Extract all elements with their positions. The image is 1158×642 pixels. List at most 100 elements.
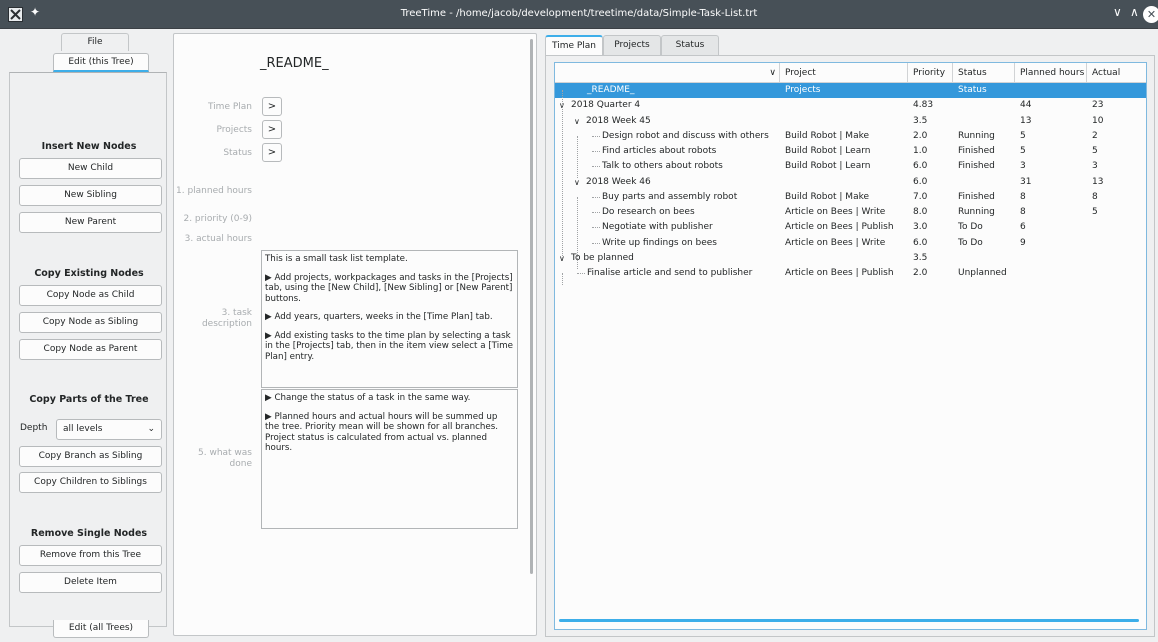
row-project: Build Robot | Make xyxy=(785,130,870,141)
row-project: Projects xyxy=(785,85,821,95)
what-was-done-label: 5. what was done xyxy=(198,448,252,469)
row-name: 2018 Week 46 xyxy=(586,176,651,187)
tree-row[interactable]: Negotiate with publisher Article on Bees … xyxy=(555,220,1146,235)
tab-projects[interactable]: Projects xyxy=(603,35,661,55)
insert-section-title: Insert New Nodes xyxy=(41,141,137,152)
tab-status[interactable]: Status xyxy=(661,35,719,55)
tree-row[interactable]: ∨ 2018 Week 46 6.0 31 13 xyxy=(555,175,1146,190)
row-status: Status xyxy=(958,85,987,95)
column-header-status[interactable]: Status xyxy=(953,63,1015,83)
row-name: To be planned xyxy=(571,252,634,263)
row-name: Finalise article and send to publisher xyxy=(587,268,753,278)
row-status: Finished xyxy=(958,161,995,172)
tree-row[interactable]: ∨ 2018 Week 45 3.5 13 10 xyxy=(555,114,1146,129)
tree-row[interactable]: ∨ To be planned 3.5 xyxy=(555,251,1146,266)
row-name: Design robot and discuss with others xyxy=(602,130,769,141)
row-name: 2018 Quarter 4 xyxy=(571,100,641,111)
row-name: Write up findings on bees xyxy=(602,237,718,248)
close-button[interactable]: ✕ xyxy=(1143,6,1158,23)
column-header-actual-hours[interactable]: Actual hours xyxy=(1087,63,1146,98)
tree-view-container: ∨ Project Priority Status Planned hours … xyxy=(545,55,1155,637)
planned-hours-label: 1. planned hours xyxy=(176,186,252,196)
tree-guide-line xyxy=(592,227,600,229)
tree-row[interactable]: Design robot and discuss with others Buil… xyxy=(555,129,1146,144)
row-name: _README_ xyxy=(587,85,635,95)
tree-row[interactable]: Do research on bees Article on Bees | Wri… xyxy=(555,205,1146,220)
copy-section-title: Copy Existing Nodes xyxy=(34,268,144,279)
title-bar: ✦ TreeTime - /home/jacob/development/tre… xyxy=(0,0,1158,29)
expand-toggle-icon[interactable]: ∨ xyxy=(574,114,580,129)
row-project: Article on Bees | Write xyxy=(785,237,886,248)
maximize-button[interactable]: ∧ xyxy=(1130,5,1139,19)
tree-row[interactable]: _README_ Projects Status xyxy=(555,83,1146,98)
what-was-done-field[interactable]: ▶ Change the status of a task in the sam… xyxy=(261,389,518,529)
row-priority: 8.0 xyxy=(913,207,928,217)
tab-time-plan[interactable]: Time Plan xyxy=(545,35,603,55)
tree-guide-line xyxy=(577,136,578,178)
delete-item-button[interactable]: Delete Item xyxy=(19,572,162,593)
column-header-project[interactable]: Project xyxy=(780,63,908,83)
depth-label: Depth xyxy=(20,423,48,433)
remove-from-tree-button[interactable]: Remove from this Tree xyxy=(19,545,162,566)
column-header-name[interactable]: ∨ xyxy=(555,63,780,83)
new-child-button[interactable]: New Child xyxy=(19,158,162,179)
tree-view[interactable]: ∨ Project Priority Status Planned hours … xyxy=(554,62,1147,630)
tree-row[interactable]: ∨ 2018 Quarter 4 4.83 44 23 xyxy=(555,98,1146,113)
row-priority: 3.0 xyxy=(913,222,928,233)
new-parent-button[interactable]: New Parent xyxy=(19,212,162,233)
new-sibling-button[interactable]: New Sibling xyxy=(19,185,162,206)
parts-section-title: Copy Parts of the Tree xyxy=(29,394,149,405)
task-description-field[interactable]: This is a small task list template. ▶ Ad… xyxy=(261,250,518,388)
tree-row[interactable]: Buy parts and assembly robot Build Robot … xyxy=(555,190,1146,205)
done-line: ▶ Planned hours and actual hours will be… xyxy=(265,411,498,454)
tab-edit-all-trees[interactable]: Edit (all Trees) xyxy=(53,620,149,638)
tree-row[interactable]: Find articles about robots Build Robot | … xyxy=(555,144,1146,159)
row-project: Build Robot | Learn xyxy=(785,146,871,156)
tree-row[interactable]: Write up findings on bees Article on Bees… xyxy=(555,236,1146,251)
tab-edit-this-tree[interactable]: Edit (this Tree) xyxy=(53,53,149,72)
row-status: To Do xyxy=(958,237,983,248)
tree-row[interactable]: Finalise article and send to publisher Ar… xyxy=(555,266,1146,281)
row-priority: 6.0 xyxy=(913,161,928,172)
row-planned: 8 xyxy=(1020,191,1026,202)
copy-as-sibling-button[interactable]: Copy Node as Sibling xyxy=(19,312,162,333)
tab-file[interactable]: File xyxy=(61,33,129,51)
tree-row[interactable]: Talk to others about robots Build Robot |… xyxy=(555,159,1146,174)
copy-as-parent-button[interactable]: Copy Node as Parent xyxy=(19,339,162,360)
tree-guide-line xyxy=(562,273,563,285)
desc-line: ▶ Add existing tasks to the time plan by… xyxy=(265,330,513,362)
desc-line: ▶ Add years, quarters, weeks in the [Tim… xyxy=(265,312,493,322)
row-actual: 13 xyxy=(1092,176,1104,187)
edit-panel: File Edit (this Tree) Insert New Nodes N… xyxy=(9,31,167,638)
row-priority: 4.83 xyxy=(913,100,934,111)
column-header-planned-hours[interactable]: Planned hours xyxy=(1015,63,1087,83)
copy-children-button[interactable]: Copy Children to Siblings xyxy=(19,472,162,493)
row-planned: 31 xyxy=(1020,176,1032,187)
horizontal-scrollbar[interactable] xyxy=(559,619,1139,622)
column-header-priority[interactable]: Priority xyxy=(908,63,953,83)
row-planned: 5 xyxy=(1020,146,1026,156)
row-priority: 3.5 xyxy=(913,115,928,126)
row-project: Article on Bees | Write xyxy=(785,207,886,217)
minimize-button[interactable]: ∨ xyxy=(1113,5,1122,19)
tree-guide-line xyxy=(562,90,563,258)
copy-as-child-button[interactable]: Copy Node as Child xyxy=(19,285,162,306)
row-project: Build Robot | Make xyxy=(785,191,870,202)
row-name: Negotiate with publisher xyxy=(602,222,713,233)
copy-branch-button[interactable]: Copy Branch as Sibling xyxy=(19,446,162,467)
row-priority: 6.0 xyxy=(913,237,928,248)
row-status: Running xyxy=(958,207,995,217)
edit-tools-box: Insert New Nodes New Child New Sibling N… xyxy=(9,72,167,627)
row-priority: 3.5 xyxy=(913,252,928,263)
time-plan-nav-button[interactable]: > xyxy=(262,97,282,116)
row-name: 2018 Week 45 xyxy=(586,115,651,126)
row-planned: 44 xyxy=(1020,100,1032,111)
depth-select[interactable]: all levels ⌄ xyxy=(56,419,162,440)
window-title: TreeTime - /home/jacob/development/treet… xyxy=(400,8,758,19)
projects-nav-button[interactable]: > xyxy=(262,120,282,139)
row-actual: 8 xyxy=(1092,191,1098,202)
tree-guide-line xyxy=(592,242,600,244)
vertical-scrollbar[interactable] xyxy=(530,39,533,574)
status-nav-button[interactable]: > xyxy=(262,143,282,162)
task-description-label: 3. task description xyxy=(201,308,252,329)
